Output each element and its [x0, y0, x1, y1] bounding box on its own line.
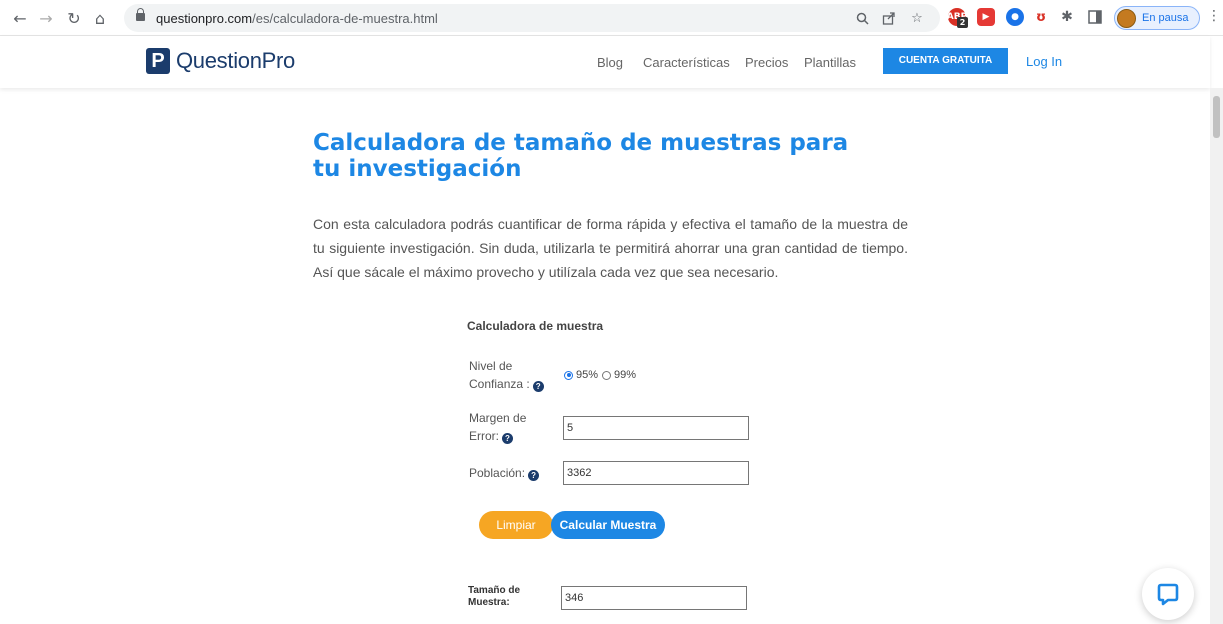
chat-icon — [1157, 583, 1179, 606]
scrollbar-thumb[interactable] — [1213, 96, 1220, 138]
margin-input[interactable] — [563, 416, 749, 440]
sidepanel-icon[interactable] — [1086, 8, 1104, 26]
extensions-icon[interactable]: ✱ — [1058, 8, 1076, 26]
page-title: Calculadora de tamaño de muestras para t… — [313, 130, 849, 182]
nav-link-blog[interactable]: Blog — [597, 55, 623, 70]
profile-chip[interactable]: En pausa — [1114, 6, 1200, 30]
share-icon[interactable] — [880, 9, 898, 27]
extension-badge: 2 — [957, 17, 968, 28]
chat-widget-button[interactable] — [1142, 568, 1194, 620]
population-help-icon[interactable]: ? — [528, 470, 540, 481]
video-extension-icon[interactable]: ▶ — [977, 8, 995, 26]
profile-status-label: En pausa — [1142, 12, 1189, 24]
logo-text[interactable]: QuestionPro — [176, 48, 295, 74]
login-link[interactable]: Log In — [1026, 54, 1062, 69]
nav-link-features[interactable]: Características — [643, 55, 730, 70]
reload-icon[interactable]: ↻ — [62, 6, 86, 30]
home-icon[interactable]: ⌂ — [88, 6, 112, 30]
population-input[interactable] — [563, 461, 749, 485]
zoom-icon[interactable] — [853, 9, 871, 27]
confidence-95-label[interactable]: 95% — [576, 369, 598, 381]
forward-icon[interactable]: → — [34, 6, 58, 30]
confidence-help-icon[interactable]: ? — [532, 381, 544, 392]
circle-extension-icon[interactable]: ● — [1006, 8, 1024, 26]
lock-icon[interactable] — [136, 8, 145, 21]
population-label: Población:? — [469, 464, 540, 482]
margin-help-icon[interactable]: ? — [502, 433, 513, 444]
ublock-extension-icon[interactable]: ʊ — [1032, 8, 1050, 26]
back-icon[interactable]: ← — [8, 6, 32, 30]
sample-size-label: Tamaño de Muestra: — [468, 585, 521, 608]
menu-icon[interactable]: ⋮ — [1207, 8, 1221, 24]
star-icon[interactable]: ☆ — [908, 9, 926, 27]
intro-paragraph: Con esta calculadora podrás cuantificar … — [313, 216, 908, 280]
avatar — [1117, 9, 1136, 28]
browser-toolbar: ← → ↻ ⌂ questionpro.com/es/calculadora-d… — [0, 0, 1223, 36]
confidence-95-radio[interactable] — [564, 370, 573, 380]
scrollbar-track[interactable] — [1210, 88, 1223, 624]
confidence-radio-group: 95% 99% — [564, 369, 640, 381]
confidence-99-label[interactable]: 99% — [614, 369, 636, 381]
sample-size-output — [561, 586, 747, 610]
nav-link-pricing[interactable]: Precios — [745, 55, 788, 70]
address-bar[interactable]: questionpro.com/es/calculadora-de-muestr… — [124, 4, 940, 32]
site-header: P QuestionPro Blog Características Preci… — [0, 36, 1210, 88]
clear-button[interactable]: Limpiar — [479, 511, 553, 539]
logo-icon[interactable]: P — [146, 48, 170, 74]
calculate-sample-button[interactable]: Calcular Muestra — [551, 511, 665, 539]
calculator-title: Calculadora de muestra — [467, 319, 604, 333]
confidence-label: Nivel de Confianza :? — [469, 357, 544, 393]
url-text[interactable]: questionpro.com/es/calculadora-de-muestr… — [156, 11, 438, 26]
confidence-99-radio[interactable] — [602, 370, 612, 380]
free-account-button[interactable]: CUENTA GRATUITA — [883, 48, 1008, 74]
margin-label: Margen de Error:? — [469, 411, 527, 444]
nav-link-templates[interactable]: Plantillas — [804, 55, 856, 70]
